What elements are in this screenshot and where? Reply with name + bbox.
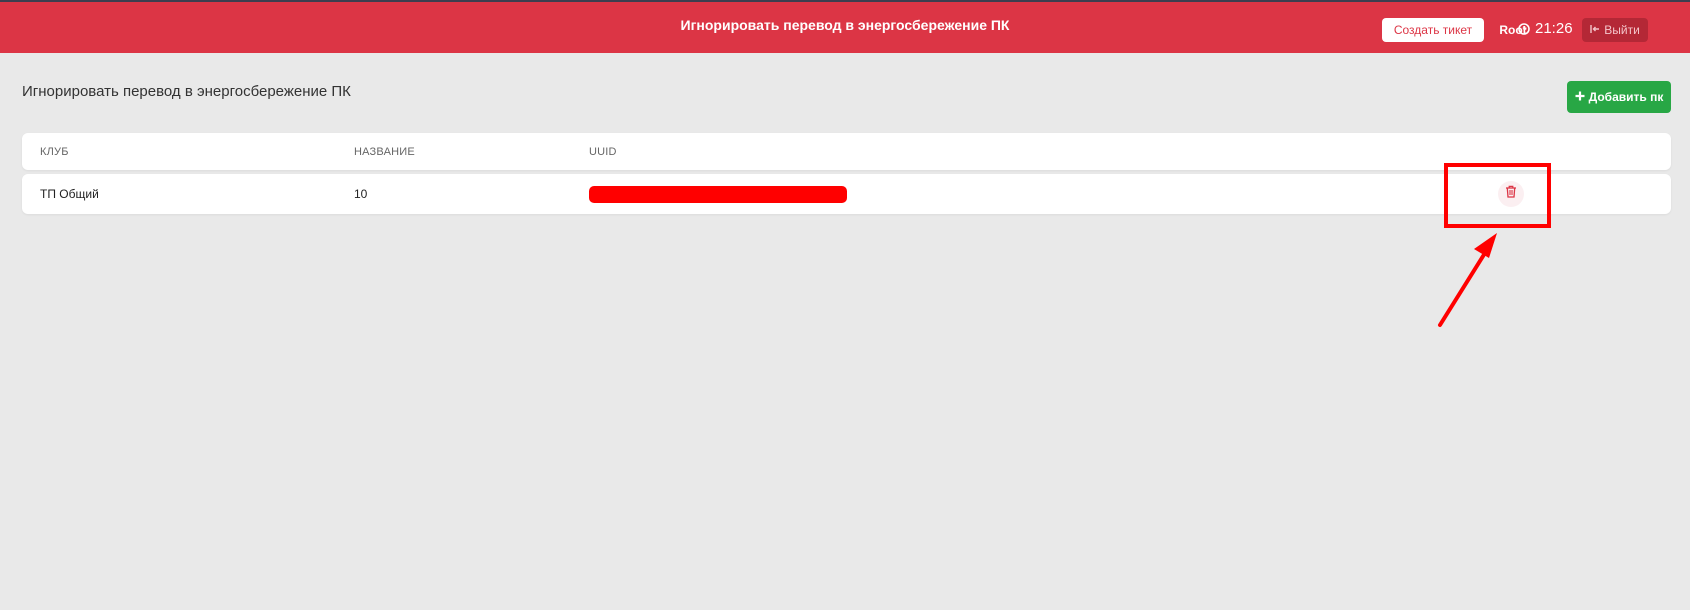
cell-club: ТП Общий bbox=[40, 187, 99, 201]
cell-name: 10 bbox=[354, 187, 368, 201]
uuid-redaction bbox=[589, 185, 847, 203]
clock: 21:26 bbox=[1518, 20, 1573, 37]
column-header-uuid[interactable]: UUID bbox=[589, 133, 617, 170]
logout-icon bbox=[1590, 23, 1600, 37]
cell-uuid bbox=[589, 174, 847, 214]
annotation-arrow-shaft bbox=[1438, 251, 1487, 327]
page: Игнорировать перевод в энергосбережение … bbox=[0, 0, 1690, 610]
add-pc-button[interactable]: Добавить пк bbox=[1567, 81, 1671, 113]
trash-icon bbox=[1505, 185, 1517, 203]
page-title: Игнорировать перевод в энергосбережение … bbox=[22, 83, 351, 100]
logout-label: Выйти bbox=[1604, 23, 1640, 37]
clock-time: 21:26 bbox=[1535, 20, 1573, 37]
add-pc-label: Добавить пк bbox=[1588, 90, 1664, 104]
table-header: КЛУБ НАЗВАНИЕ UUID bbox=[22, 133, 1671, 170]
clock-icon bbox=[1518, 22, 1530, 35]
plus-icon bbox=[1575, 90, 1585, 104]
column-header-name[interactable]: НАЗВАНИЕ bbox=[354, 133, 415, 170]
annotation-arrow-head bbox=[1474, 233, 1497, 258]
create-ticket-button[interactable]: Создать тикет bbox=[1382, 18, 1484, 42]
logout-button[interactable]: Выйти bbox=[1582, 18, 1648, 42]
table-row: ТП Общий 10 bbox=[22, 174, 1671, 214]
delete-button[interactable] bbox=[1498, 181, 1524, 207]
column-header-club[interactable]: КЛУБ bbox=[40, 133, 69, 170]
top-bar: Игнорировать перевод в энергосбережение … bbox=[0, 0, 1690, 53]
